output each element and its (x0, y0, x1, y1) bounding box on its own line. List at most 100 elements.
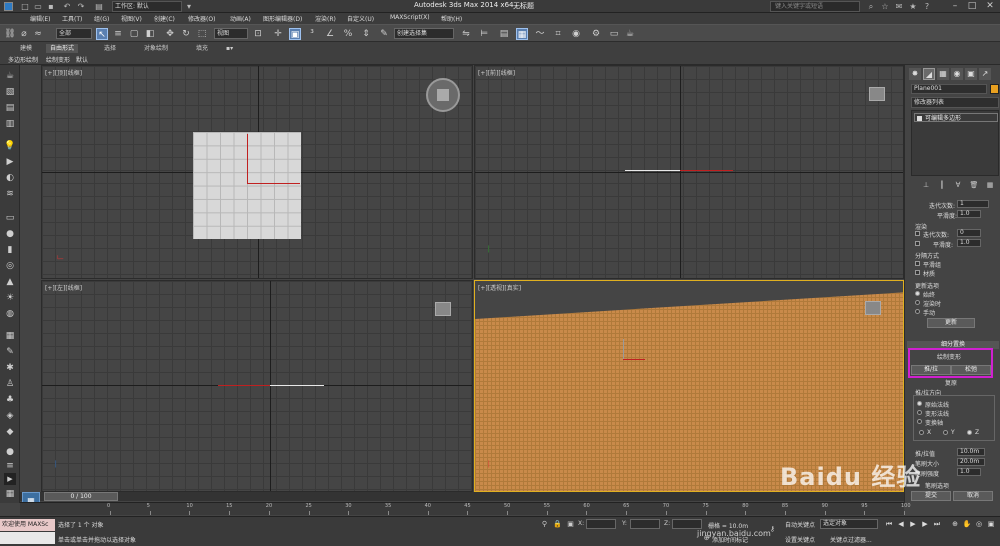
show-end-result-icon[interactable]: ┃ (937, 180, 947, 190)
menu-help[interactable]: 帮助(H) (441, 14, 462, 23)
push-value-field[interactable]: 10.0m (957, 448, 985, 456)
edit-named-selection-icon[interactable]: ✎ (378, 28, 390, 40)
object-name-field[interactable]: Plane001 (911, 84, 987, 94)
select-scale-icon[interactable]: ⬚ (196, 28, 208, 40)
project-folder-icon[interactable]: ▤ (94, 2, 104, 11)
menu-edit[interactable]: 编辑(E) (30, 14, 50, 23)
align-icon[interactable]: ⊨ (478, 28, 490, 40)
update-button[interactable]: 更新 (927, 318, 975, 328)
render-iterations-checkbox[interactable] (915, 231, 920, 236)
axis-y-radio[interactable] (943, 430, 948, 435)
unlink-icon[interactable]: ⌀ (18, 28, 30, 40)
box-primitive-icon[interactable]: ▭ (4, 213, 16, 223)
zoom-extents-icon[interactable]: ⊕ (950, 519, 960, 529)
close-button[interactable]: ✕ (983, 0, 997, 12)
menu-rendering[interactable]: 渲染(R) (315, 14, 336, 23)
paint-icon[interactable]: ✎ (4, 347, 16, 357)
ribbon-tab-object-paint[interactable]: 对象绘制 (140, 44, 172, 53)
menu-animation[interactable]: 动画(A) (230, 14, 251, 23)
display-tab-icon[interactable]: ▣ (965, 68, 977, 80)
particle-icon[interactable]: ✱ (4, 363, 16, 373)
percent-snap-icon[interactable]: % (342, 28, 354, 40)
update-always-radio[interactable] (915, 291, 920, 296)
geosphere-icon[interactable]: ◍ (4, 309, 16, 319)
render-smoothness-checkbox[interactable] (915, 241, 920, 246)
search-input[interactable]: 键入关键字或短语 (770, 1, 860, 12)
box-icon[interactable]: ▧ (4, 87, 16, 97)
viewport-front[interactable]: [+][前][线框] │ (474, 65, 904, 279)
update-manual-radio[interactable] (915, 309, 920, 314)
menu-maxscript[interactable]: MAXScript(X) (390, 14, 430, 21)
cone-icon[interactable]: ▲ (4, 277, 16, 287)
modifier-list-dropdown[interactable]: 修改器列表 (911, 97, 999, 108)
viewcube-top[interactable] (426, 78, 460, 112)
select-by-name-icon[interactable]: ≡ (112, 28, 124, 40)
material-editor-icon[interactable]: ◉ (570, 28, 582, 40)
make-unique-icon[interactable]: ∀ (953, 180, 963, 190)
transform-axis-radio[interactable] (917, 419, 922, 424)
rendered-frame-window-icon[interactable]: ▭ (608, 28, 620, 40)
new-file-icon[interactable]: □ (20, 2, 30, 11)
original-normals-radio[interactable] (917, 401, 922, 406)
menu-tools[interactable]: 工具(T) (62, 14, 82, 23)
viewport-left[interactable]: [+][左][线框] │ (41, 280, 473, 492)
iterations-field[interactable]: 1 (957, 200, 989, 208)
help-icon[interactable]: ? (922, 2, 932, 11)
selection-lock-icon[interactable]: 🔒 (553, 520, 562, 529)
window-crossing-icon[interactable]: ◧ (144, 28, 156, 40)
select-move-icon[interactable]: ✥ (164, 28, 176, 40)
keyboard-shortcut-toggle-icon[interactable]: ▣ (289, 28, 301, 40)
bind-space-warp-icon[interactable]: ≈ (32, 28, 44, 40)
previous-frame-icon[interactable]: ◀ (896, 519, 906, 529)
pan-icon[interactable]: ✋ (962, 519, 972, 529)
dropdown-arrow-icon[interactable]: ▾ (184, 2, 194, 11)
smoothing-groups-checkbox[interactable] (915, 261, 920, 266)
ribbon-panel-poly-draw[interactable]: 多边形绘制 (8, 55, 38, 64)
search-icon[interactable]: ⌕ (866, 2, 876, 11)
render-setup-icon[interactable]: ⚙ (590, 28, 602, 40)
hierarchy-tab-icon[interactable]: ▦ (937, 68, 949, 80)
sun-icon[interactable]: ☀ (4, 293, 16, 303)
go-to-end-icon[interactable]: ⏭ (932, 519, 942, 529)
object-color-swatch[interactable] (990, 84, 999, 94)
light-bulb-icon[interactable]: 💡 (4, 141, 16, 151)
maximize-viewport-icon[interactable]: ▣ (986, 519, 996, 529)
subscription-icon[interactable]: ☆ (880, 2, 890, 11)
scene-explorer-icon[interactable]: ▥ (4, 119, 16, 129)
redo-icon[interactable]: ↷ (76, 2, 86, 11)
ribbon-tab-selection[interactable]: 选择 (100, 44, 120, 53)
modify-tab-icon[interactable]: ◢ (923, 68, 935, 80)
select-manipulate-icon[interactable]: ✛ (272, 28, 284, 40)
ribbon-panel-paint-deform[interactable]: 绘制变形 (46, 55, 70, 64)
menu-modifiers[interactable]: 修改器(O) (188, 14, 215, 23)
auto-key-button[interactable]: 自动关键点 (785, 520, 815, 529)
set-key-button[interactable]: 设置关键点 (785, 535, 815, 544)
orbit-icon[interactable]: ◎ (974, 519, 984, 529)
create-tab-icon[interactable]: ✸ (909, 68, 921, 80)
isolate-selection-icon[interactable]: ⚲ (540, 520, 549, 529)
color-icon[interactable]: ◈ (4, 411, 16, 421)
helper-icon[interactable]: ◐ (4, 173, 16, 183)
remove-modifier-icon[interactable]: 🗑 (969, 180, 979, 190)
motion-tab-icon[interactable]: ◉ (951, 68, 963, 80)
sphere-icon[interactable]: ● (4, 229, 16, 239)
axis-z-radio[interactable] (967, 430, 972, 435)
viewcube-front[interactable] (869, 87, 885, 101)
layer-manager-icon[interactable]: ▤ (498, 28, 510, 40)
maxscript-input[interactable] (0, 532, 55, 544)
schematic-view-icon[interactable]: ⌗ (552, 28, 564, 40)
y-coord-field[interactable] (630, 519, 660, 529)
ribbon-tab-modeling[interactable]: 建模 (16, 44, 36, 53)
key-filters-button[interactable]: 关键点过滤器... (830, 535, 872, 544)
pin-stack-icon[interactable]: ⊥ (921, 180, 931, 190)
viewcube-left[interactable] (435, 302, 451, 316)
grid-icon[interactable]: ▦ (4, 489, 16, 499)
spinner-snap-icon[interactable]: ⇕ (360, 28, 372, 40)
undo-icon[interactable]: ↶ (62, 2, 72, 11)
save-file-icon[interactable]: ▪ (46, 2, 56, 11)
workspace-dropdown[interactable]: 工作区: 默认 (112, 1, 182, 12)
select-object-icon[interactable]: ↖ (96, 28, 108, 40)
snaps-toggle-icon[interactable]: ³ (306, 28, 318, 40)
update-render-radio[interactable] (915, 300, 920, 305)
maxscript-listener[interactable]: 欢迎使用 MAXSc (0, 519, 55, 531)
